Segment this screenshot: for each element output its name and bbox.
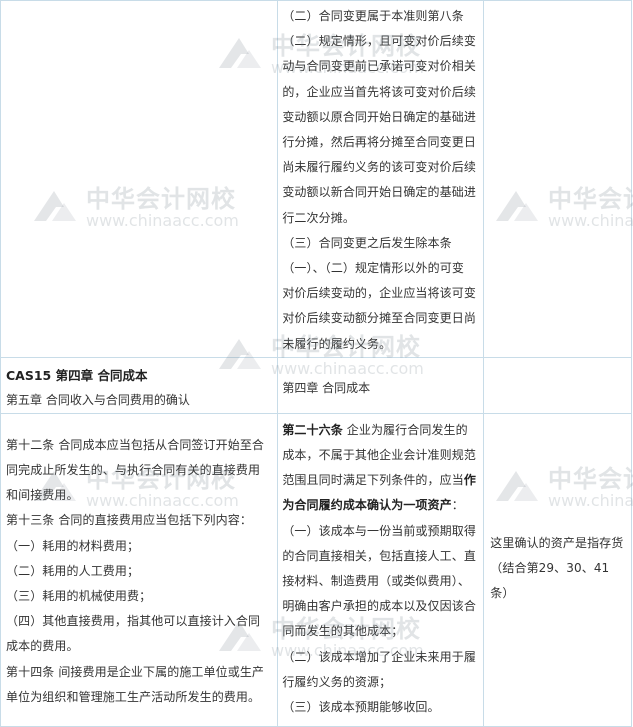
chapter-subtitle: 第五章 合同收入与合同费用的确认 — [6, 392, 190, 407]
bottom-left-text: 第十二条 合同成本应当包括从合同签订开始至合 同完成止所发生的、与执行合同有关的… — [1, 414, 277, 710]
text-line: 接材料、制造费用（或类似费用）、 — [282, 574, 470, 589]
chapter-left-text: CAS15 第四章 合同成本 第五章 合同收入与合同费用的确认 — [1, 358, 277, 412]
text-line: 行履约义务的资源； — [282, 674, 392, 689]
article-text: 企业为履行合同发生的 — [342, 422, 468, 437]
text-line: 对价后续变动的，企业应当将该可变 — [282, 286, 476, 301]
article-number: 第二十六条 — [282, 422, 343, 437]
cell-top-left — [0, 0, 279, 358]
text-line: 未履行的履约义务。 — [282, 336, 392, 351]
text-line: 变动额以原合同开始日确定的基础进 — [282, 109, 476, 124]
text-line: （三）耗用的机械使用费； — [6, 589, 152, 604]
bottom-right-note: 这里确认的资产是指存货 （结合第29、30、41 条） — [484, 531, 631, 609]
text-line: （二）耗用的人工费用； — [6, 563, 140, 578]
text-line: （三）合同变更之后发生除本条 — [282, 235, 452, 250]
text-line: （二）规定情形，且可变对价后续变 — [282, 34, 476, 49]
cell-top-middle: （二）合同变更属于本准则第八条 （二）规定情形，且可变对价后续变 动与合同变更前… — [277, 0, 485, 358]
text-line: （三）该成本预期能够收回。 — [282, 700, 440, 715]
text-line: 第十四条 间接费用是企业下属的施工单位或生产 — [6, 664, 265, 679]
text-line: 同完成止所发生的、与执行合同有关的直接费用 — [6, 463, 261, 478]
cell-chapter-middle: 第四章 合同成本 — [277, 356, 485, 414]
text-line: （结合第29、30、41 — [490, 561, 610, 576]
bold-text: 作 — [463, 473, 476, 488]
chapter-middle-title: 第四章 合同成本 — [282, 380, 371, 395]
chapter-title: CAS15 第四章 合同成本 — [6, 367, 148, 383]
text-line: 成本的费用。 — [6, 639, 79, 654]
text-line: （二）合同变更属于本准则第八条 — [282, 9, 464, 23]
text-line: 单位为组织和管理施工生产活动所发生的费用。 — [6, 689, 261, 704]
text-line: 第十二条 合同成本应当包括从合同签订开始至合 — [6, 437, 265, 452]
bold-text: 为合同履约成本确认为一项资产 — [282, 498, 452, 513]
text-span: ： — [451, 498, 464, 513]
text-line: 同而发生的其他成本； — [282, 624, 404, 639]
text-line: 条） — [490, 586, 515, 601]
cell-bottom-right: 这里确认的资产是指存货 （结合第29、30、41 条） — [483, 412, 632, 727]
cell-bottom-middle: 第二十六条 企业为履行合同发生的 成本，不属于其他企业会计准则规范 范围且同时满… — [277, 412, 485, 727]
text-line: （二）该成本增加了企业未来用于履 — [282, 649, 476, 664]
text-line: （一）耗用的材料费用； — [6, 538, 140, 553]
text-line: 和间接费用。 — [6, 488, 79, 503]
text-line: 这里确认的资产是指存货 — [490, 536, 624, 551]
cell-chapter-left: CAS15 第四章 合同成本 第五章 合同收入与合同费用的确认 — [0, 356, 279, 414]
cell-bottom-left: 第十二条 合同成本应当包括从合同签订开始至合 同完成止所发生的、与执行合同有关的… — [0, 412, 279, 727]
text-line: （一）、（二）规定情形以外的可变 — [282, 261, 464, 276]
text-line: 的合同直接相关，包括直接人工、直 — [282, 548, 476, 563]
text-line: 成本，不属于其他企业会计准则规范 — [282, 448, 476, 463]
bottom-middle-text: 第二十六条 企业为履行合同发生的 成本，不属于其他企业会计准则规范 范围且同时满… — [278, 414, 483, 720]
text-line: 范围且同时满足下列条件的，应当作 — [282, 468, 479, 493]
table-row-bottom: 第十二条 合同成本应当包括从合同签订开始至合 同完成止所发生的、与执行合同有关的… — [0, 412, 632, 727]
text-line: 的，企业应当首先将该可变对价后续 — [282, 84, 476, 99]
article-26-line: 第二十六条 企业为履行合同发生的 — [282, 418, 479, 443]
text-line: 行二次分摊。 — [282, 210, 355, 225]
text-line: 第十三条 合同的直接费用应当包括下列内容： — [6, 513, 252, 528]
text-line: 为合同履约成本确认为一项资产： — [282, 493, 479, 518]
cell-top-right — [483, 0, 632, 358]
text-span: 范围且同时满足下列条件的，应当 — [282, 473, 464, 488]
text-line: 变动额以新合同开始日确定的基础进 — [282, 185, 476, 200]
text-line: （一）该成本与一份当前或预期取得 — [282, 523, 476, 538]
text-line: 动与合同变更前已承诺可变对价相关 — [282, 59, 476, 74]
text-line: 行分摊，然后再将分摊至合同变更日 — [282, 135, 476, 150]
comparison-table: （二）合同变更属于本准则第八条 （二）规定情形，且可变对价后续变 动与合同变更前… — [0, 0, 632, 727]
page: （二）合同变更属于本准则第八条 （二）规定情形，且可变对价后续变 动与合同变更前… — [0, 0, 633, 727]
table-row-chapter: CAS15 第四章 合同成本 第五章 合同收入与合同费用的确认 第四章 合同成本 — [0, 356, 632, 414]
top-middle-text: （二）合同变更属于本准则第八条 （二）规定情形，且可变对价后续变 动与合同变更前… — [278, 1, 483, 357]
text-line: 尚未履行履约义务的该可变对价后续 — [282, 160, 476, 175]
text-line: （四）其他直接费用，指其他可以直接计入合同 — [6, 614, 261, 629]
table-row-top: （二）合同变更属于本准则第八条 （二）规定情形，且可变对价后续变 动与合同变更前… — [0, 0, 632, 358]
text-line: 对价后续变动额分摊至合同变更日尚 — [282, 311, 476, 326]
cell-chapter-right — [483, 356, 632, 414]
text-line: 明确由客户承担的成本以及仅因该合 — [282, 599, 476, 614]
